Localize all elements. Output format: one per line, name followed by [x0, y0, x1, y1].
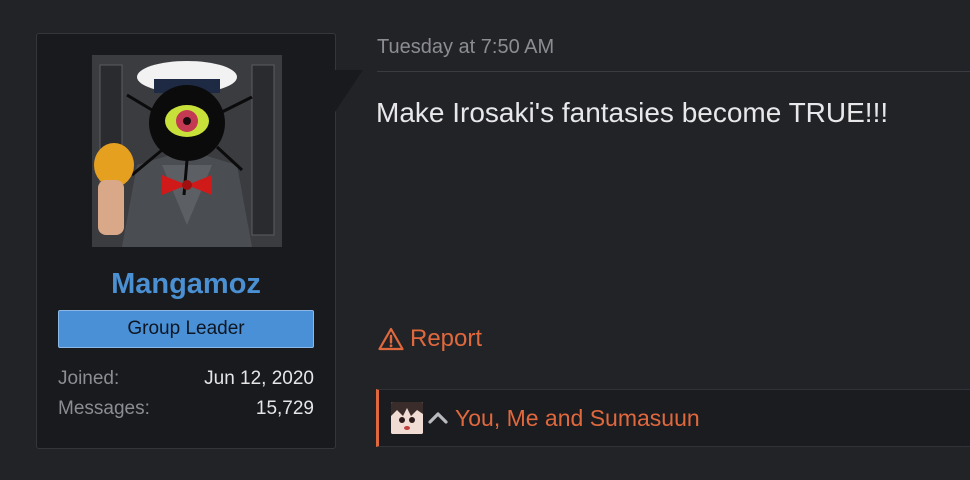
- avatar-image: [92, 55, 282, 247]
- reactor-avatar[interactable]: [391, 402, 423, 434]
- warning-triangle-icon: [378, 327, 404, 351]
- user-banner: Group Leader: [58, 310, 314, 348]
- post-timestamp[interactable]: Tuesday at 7:50 AM: [377, 36, 554, 59]
- stat-messages: Messages: 15,729: [58, 398, 314, 420]
- reactions-list-link[interactable]: You, Me and Sumasuun: [455, 405, 700, 432]
- message-body: Make Irosaki's fantasies become TRUE!!!: [376, 97, 889, 128]
- stat-value: Jun 12, 2020: [204, 368, 314, 389]
- stat-label: Joined:: [58, 368, 120, 389]
- user-card: Mangamoz Group Leader Joined: Jun 12, 20…: [36, 33, 336, 449]
- message-page: Mangamoz Group Leader Joined: Jun 12, 20…: [0, 0, 970, 480]
- report-label: Report: [410, 325, 483, 352]
- reactions-bar: You, Me and Sumasuun: [376, 389, 970, 447]
- header-divider: [377, 71, 970, 72]
- report-link[interactable]: Report: [378, 325, 482, 353]
- card-arrow: [335, 70, 363, 112]
- reactor-avatar-image: [391, 402, 423, 434]
- username[interactable]: Mangamoz: [37, 268, 335, 301]
- chevron-up-icon: [428, 412, 448, 424]
- stat-value: 15,729: [255, 398, 314, 419]
- user-avatar[interactable]: [92, 55, 282, 247]
- stat-label: Messages:: [58, 398, 150, 419]
- stat-joined: Joined: Jun 12, 2020: [58, 368, 314, 390]
